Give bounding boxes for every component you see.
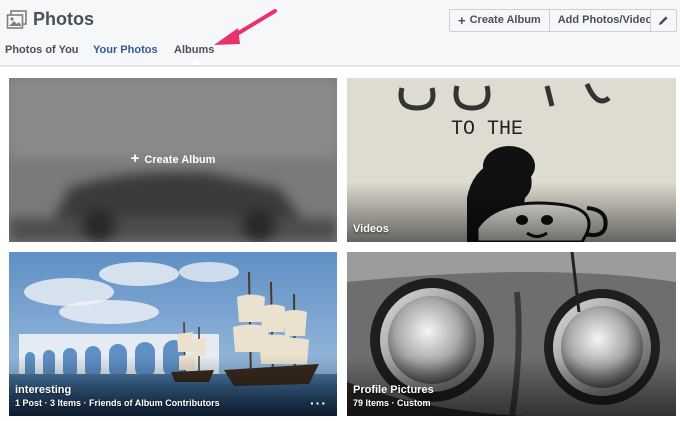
create-album-tile[interactable]: + Create Album — [9, 78, 337, 242]
album-title: Videos — [353, 223, 389, 235]
plus-icon: + — [130, 150, 140, 167]
photos-icon — [6, 10, 27, 29]
create-album-label: + Create Album — [9, 150, 337, 167]
add-photos-video-button[interactable]: Add Photos/Video — [548, 10, 661, 31]
albums-grid: + Create Album TO THE Videos interesting… — [0, 67, 680, 421]
album-tile-interesting[interactable]: interesting 1 Post · 3 Items · Friends o… — [9, 252, 337, 416]
tab-photos-of-you[interactable]: Photos of You — [5, 44, 79, 56]
page-title: Photos — [33, 9, 94, 29]
album-meta: 1 Post · 3 Items · Friends of Album Cont… — [15, 398, 220, 408]
more-options-icon[interactable]: ··· — [310, 396, 327, 410]
page-header: Photos + Create Album Add Photos/Video P… — [0, 0, 680, 66]
album-title: interesting — [15, 384, 72, 396]
album-tile-videos[interactable]: TO THE Videos — [347, 78, 676, 242]
videos-art-text: TO THE — [451, 118, 523, 141]
tile-shade — [347, 182, 676, 242]
create-album-tile-text: Create Album — [144, 154, 216, 166]
tab-albums[interactable]: Albums — [174, 44, 214, 56]
create-album-button[interactable]: + Create Album — [450, 10, 549, 31]
header-button-group: + Create Album Add Photos/Video — [449, 9, 662, 32]
edit-button[interactable] — [650, 9, 677, 32]
add-photos-video-button-label: Add Photos/Video — [557, 14, 653, 26]
album-title: Profile Pictures — [353, 384, 434, 396]
pencil-icon — [659, 16, 668, 25]
album-meta: 79 Items · Custom — [353, 398, 431, 408]
album-tile-profile-pictures[interactable]: Profile Pictures 79 Items · Custom — [347, 252, 676, 416]
plus-icon: + — [458, 13, 466, 28]
active-tab-indicator — [190, 58, 202, 65]
tab-your-photos[interactable]: Your Photos — [93, 44, 158, 56]
create-album-button-label: Create Album — [469, 14, 541, 26]
